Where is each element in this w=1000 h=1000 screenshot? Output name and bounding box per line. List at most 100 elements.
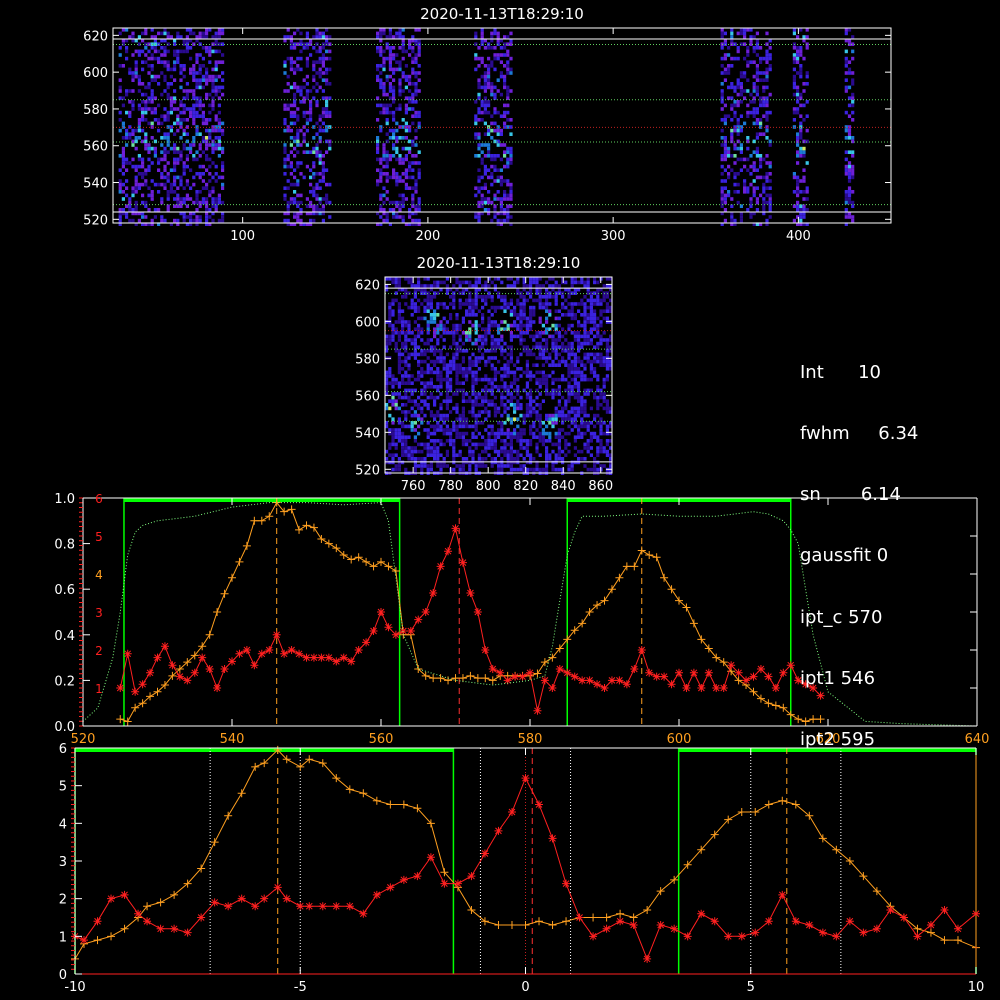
heatmap-cell [487, 128, 491, 133]
heatmap-cell [189, 71, 193, 75]
heatmap-cell [506, 359, 510, 364]
heatmap-cell [535, 334, 539, 339]
heatmap-cell [474, 370, 478, 375]
heatmap-cell [147, 143, 151, 147]
heatmap-cell [211, 78, 215, 82]
heatmap-cell [221, 150, 225, 154]
heatmap-cell [128, 71, 132, 75]
heatmap-cell [318, 179, 322, 183]
heatmap-cell [413, 428, 417, 432]
heatmap-cell [147, 193, 151, 198]
heatmap-cell [137, 136, 141, 140]
heatmap-cell [509, 381, 513, 385]
heatmap-cell [551, 377, 555, 382]
heatmap-cell [487, 46, 491, 50]
heatmap-cell [442, 413, 446, 418]
heatmap-cell [134, 136, 138, 140]
heatmap-cell [541, 352, 545, 357]
heatmap-cell [799, 179, 803, 183]
heatmap-cell [487, 64, 491, 68]
heatmap-cell [602, 284, 606, 288]
heatmap-cell [474, 280, 478, 285]
heatmap-cell [535, 345, 539, 349]
heatmap-cell [602, 399, 606, 403]
heatmap-cell [312, 164, 316, 169]
heatmap-cell [477, 175, 481, 180]
heatmap-cell [445, 352, 449, 357]
heatmap-cell [455, 363, 459, 367]
heatmap-cell [391, 417, 395, 421]
heatmap-cell [426, 403, 430, 407]
heatmap-cell [487, 359, 491, 364]
heatmap-cell [321, 154, 325, 158]
heatmap-cell [414, 110, 418, 115]
heatmap-cell [420, 302, 424, 306]
heatmap-cell [293, 46, 297, 50]
heatmap-cell [221, 161, 225, 165]
heatmap-cell [525, 345, 529, 349]
heatmap-cell [413, 305, 417, 310]
heatmap-cell [423, 309, 427, 313]
heatmap-cell [768, 92, 772, 97]
heatmap-cell [131, 157, 135, 162]
heatmap-cell [477, 215, 481, 219]
heatmap-cell [458, 435, 462, 439]
heatmap-cell [376, 157, 380, 162]
heatmap-cell [743, 164, 747, 169]
heatmap-cell [205, 215, 209, 219]
star-marker [518, 672, 527, 681]
heatmap-cell [286, 35, 290, 39]
heatmap-cell [465, 417, 469, 421]
heatmap-cell [500, 334, 504, 339]
heatmap-cell [289, 56, 293, 61]
heatmap-cell [426, 363, 430, 367]
heatmap-cell [397, 331, 401, 335]
heatmap-cell [205, 67, 209, 72]
heatmap-cell [305, 121, 309, 126]
heatmap-cell [376, 179, 380, 183]
heatmap-cell [455, 453, 459, 457]
heatmap-cell [762, 175, 766, 180]
heatmap-cell [144, 179, 148, 183]
heatmap-cell [535, 331, 539, 335]
star-marker [302, 653, 311, 662]
heatmap-cell [519, 313, 523, 317]
heatmap-cell [545, 439, 549, 443]
heatmap-cell [189, 215, 193, 219]
heatmap-cell [131, 143, 135, 147]
heatmap-cell [426, 323, 430, 328]
heatmap-cell [503, 46, 507, 50]
heatmap-cell [503, 305, 507, 310]
heatmap-cell [503, 154, 507, 158]
heatmap-cell [289, 172, 293, 176]
heatmap-cell [545, 413, 549, 418]
heatmap-cell [500, 352, 504, 357]
heatmap-cell [436, 305, 440, 310]
heatmap-cell [429, 345, 433, 349]
heatmap-cell [503, 439, 507, 443]
heatmap-cell [583, 295, 587, 299]
heatmap-cell [541, 295, 545, 299]
heatmap-cell [398, 67, 402, 72]
heatmap-cell [408, 128, 412, 133]
heatmap-cell [141, 139, 145, 144]
heatmap-cell [493, 446, 497, 450]
heatmap-cell [525, 331, 529, 335]
heatmap-cell [395, 200, 399, 205]
star-marker [93, 917, 102, 926]
heatmap-cell [487, 82, 491, 86]
heatmap-cell [309, 100, 313, 104]
heatmap-cell [436, 331, 440, 335]
heatmap-cell [593, 298, 597, 303]
heatmap-cell [205, 46, 209, 50]
heatmap-cell [195, 208, 199, 212]
heatmap-cell [401, 331, 405, 335]
star-marker [779, 668, 788, 677]
heatmap-cell [131, 31, 135, 36]
heatmap-cell [312, 190, 316, 194]
heatmap-cell [376, 67, 380, 72]
heatmap-cell [577, 424, 581, 429]
heatmap-cell [577, 435, 581, 439]
heatmap-cell [388, 60, 392, 64]
heatmap-cell [493, 154, 497, 158]
